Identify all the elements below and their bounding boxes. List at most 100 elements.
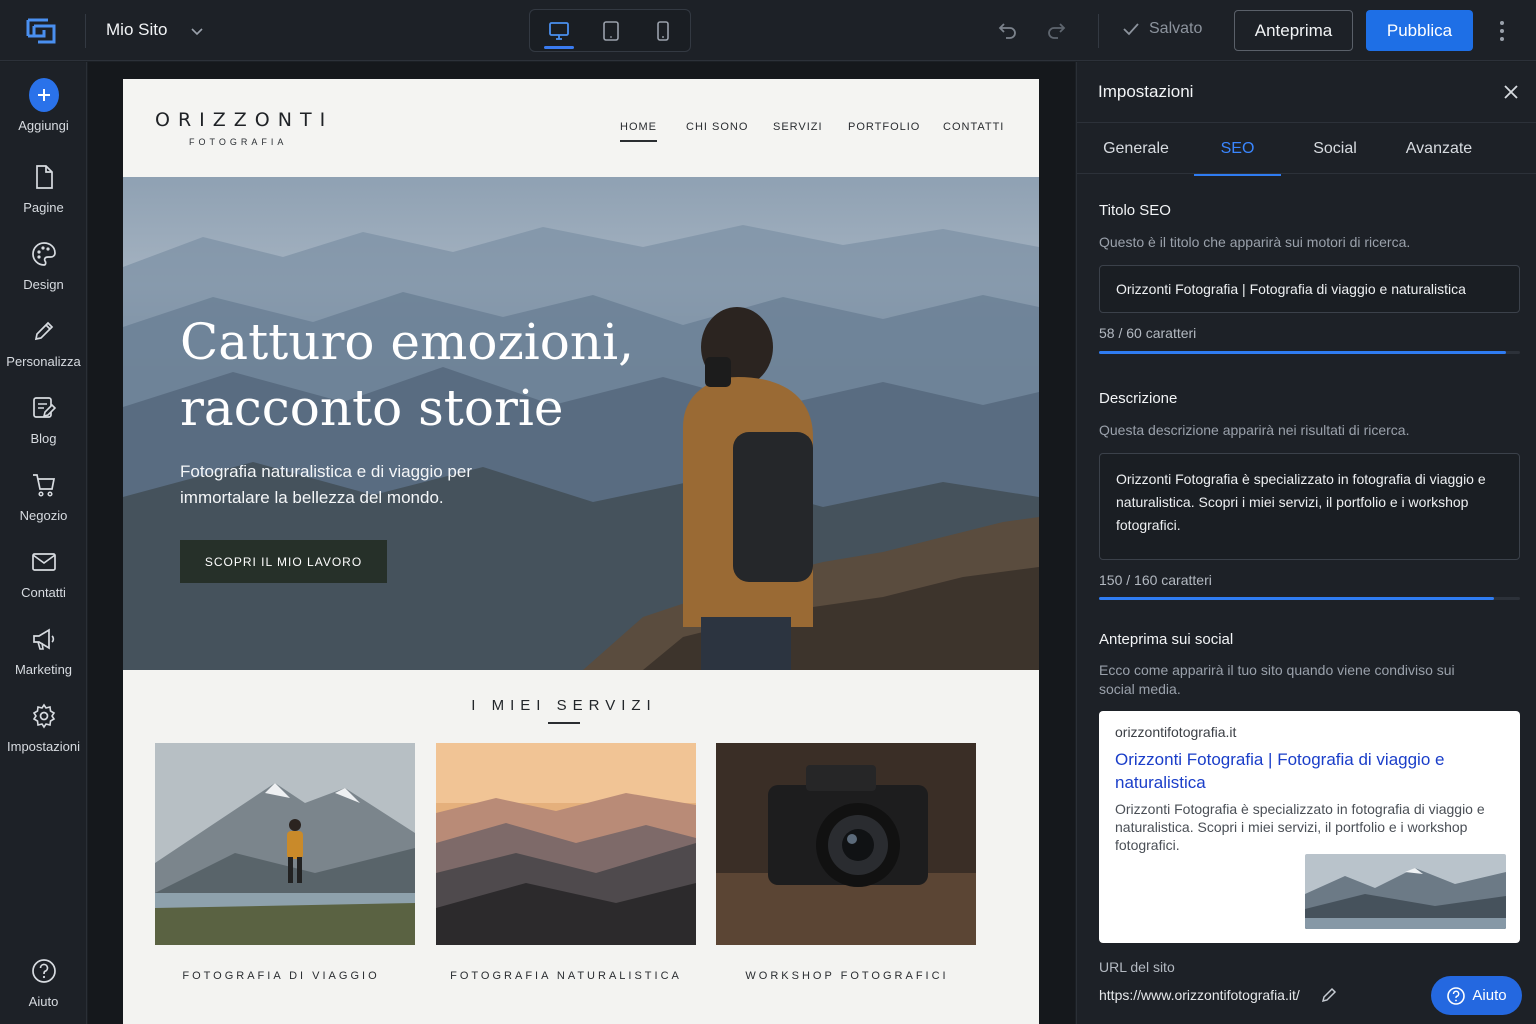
undo-icon[interactable]: [997, 19, 1019, 41]
divider: [1098, 14, 1099, 48]
seo-title-help: Questo è il titolo che apparirà sui moto…: [1099, 234, 1411, 250]
site-nav-home[interactable]: HOME: [620, 121, 657, 142]
sidebar-item-label: Personalizza: [6, 354, 81, 369]
mobile-view-button[interactable]: [636, 10, 690, 51]
settings-tabs: Generale SEO Social Avanzate: [1077, 122, 1536, 176]
site-url-label: URL del sito: [1099, 959, 1175, 975]
tab-seo[interactable]: SEO: [1194, 123, 1281, 176]
sidebar-item-label: Impostazioni: [7, 739, 80, 754]
device-switcher: [529, 9, 691, 52]
close-icon[interactable]: [1501, 82, 1521, 102]
sidebar-item-aggiungi[interactable]: Aggiungi: [0, 76, 87, 146]
sidebar-item-marketing[interactable]: Marketing: [0, 620, 87, 690]
sidebar-item-label: Contatti: [21, 585, 66, 600]
social-preview-description: Orizzonti Fotografia è specializzato in …: [1115, 801, 1485, 853]
seo-title-label: Titolo SEO: [1099, 202, 1171, 219]
help-button[interactable]: Aiuto: [1431, 976, 1522, 1015]
mobile-icon: [657, 20, 669, 41]
gear-icon: [29, 701, 59, 731]
service-image-travel[interactable]: [155, 743, 415, 945]
sidebar-item-label: Design: [23, 277, 64, 292]
social-preview-thumbnail: [1305, 854, 1506, 929]
description-textarea[interactable]: Orizzonti Fotografia è specializzato in …: [1099, 453, 1520, 560]
site-nav-chi-sono[interactable]: CHI SONO: [686, 121, 748, 133]
site-nav-servizi[interactable]: SERVIZI: [773, 121, 823, 133]
sidebar-item-personalizza[interactable]: Personalizza: [0, 312, 87, 382]
sidebar-item-label: Pagine: [23, 200, 64, 215]
tab-generale[interactable]: Generale: [1091, 123, 1181, 175]
plus-icon: [28, 78, 59, 112]
site-url-value: https://www.orizzontifotografia.it/: [1099, 987, 1300, 1003]
saved-status: Salvato: [1121, 19, 1202, 39]
blog-edit-icon: [29, 393, 59, 423]
sidebar-item-negozio[interactable]: Negozio: [0, 466, 87, 536]
preview-button[interactable]: Anteprima: [1234, 10, 1353, 51]
more-options-icon[interactable]: [1492, 18, 1512, 44]
site-brand-name[interactable]: ORIZZONTI: [155, 109, 333, 131]
site-nav-contatti[interactable]: CONTATTI: [943, 121, 1004, 133]
social-preview-card: orizzontifotografia.it Orizzonti Fotogra…: [1099, 711, 1520, 943]
tablet-icon: [603, 20, 619, 41]
saved-label: Salvato: [1149, 20, 1203, 37]
hero-cta-button[interactable]: SCOPRI IL MIO LAVORO: [180, 540, 387, 583]
hero-section[interactable]: Catturo emozioni, racconto storie Fotogr…: [123, 177, 1039, 670]
tab-social[interactable]: Social: [1295, 123, 1375, 175]
megaphone-icon: [29, 624, 59, 654]
website-preview[interactable]: ORIZZONTI FOTOGRAFIA HOME CHI SONO SERVI…: [123, 79, 1039, 1024]
social-preview-title: Orizzonti Fotografia | Fotografia di via…: [1115, 750, 1445, 792]
description-help: Questa descrizione apparirà nei risultat…: [1099, 422, 1410, 438]
tablet-view-button[interactable]: [584, 10, 638, 51]
hero-subtitle: Fotografia naturalistica e di viaggio pe…: [180, 462, 472, 507]
social-preview-domain: orizzontifotografia.it: [1115, 724, 1237, 740]
site-name[interactable]: Mio Sito: [106, 20, 167, 40]
sidebar-item-impostazioni[interactable]: Impostazioni: [0, 697, 87, 767]
site-header: ORIZZONTI FOTOGRAFIA HOME CHI SONO SERVI…: [123, 79, 1039, 177]
description-progress: [1099, 597, 1520, 600]
tab-avanzate[interactable]: Avanzate: [1393, 123, 1485, 175]
sidebar-item-aiuto[interactable]: Aiuto: [0, 952, 87, 1022]
settings-panel: Impostazioni Generale SEO Social Avanzat…: [1076, 62, 1536, 1024]
social-preview-label: Anteprima sui social: [1099, 631, 1234, 648]
service-label-workshop: WORKSHOP FOTOGRAFICI: [745, 970, 949, 982]
edit-pencil-icon[interactable]: [1320, 986, 1338, 1004]
description-counter: 150 / 160 caratteri: [1099, 572, 1212, 588]
sidebar-item-label: Negozio: [19, 508, 68, 523]
services-title: I MIEI SERVIZI: [471, 697, 657, 714]
hero-title: Catturo emozioni, racconto storie: [180, 313, 634, 437]
publish-button[interactable]: Pubblica: [1366, 10, 1473, 51]
sidebar-item-label: Blog: [30, 431, 57, 446]
palette-icon: [29, 239, 59, 269]
seo-title-counter: 58 / 60 caratteri: [1099, 325, 1197, 341]
help-button-label: Aiuto: [1472, 987, 1507, 1004]
pencil-icon: [29, 316, 59, 346]
check-icon: [1123, 23, 1139, 36]
seo-title-input[interactable]: Orizzonti Fotografia | Fotografia di via…: [1099, 265, 1520, 313]
sidebar-item-contatti[interactable]: Contatti: [0, 543, 87, 613]
divider: [548, 722, 580, 724]
sidebar-item-blog[interactable]: Blog: [0, 389, 87, 459]
chevron-down-icon[interactable]: [188, 22, 206, 40]
service-label-nature: FOTOGRAFIA NATURALISTICA: [450, 970, 682, 982]
redo-icon[interactable]: [1045, 19, 1067, 41]
sidebar-item-label: Aggiungi: [18, 118, 69, 133]
cart-icon: [29, 470, 59, 500]
help-circle-icon: [29, 956, 59, 986]
sidebar-item-pagine[interactable]: Pagine: [0, 158, 87, 228]
sidebar-item-design[interactable]: Design: [0, 235, 87, 305]
sidebar-item-label: Marketing: [14, 662, 73, 677]
seo-title-progress: [1099, 351, 1520, 354]
help-circle-icon: [1447, 986, 1466, 1005]
site-nav-portfolio[interactable]: PORTFOLIO: [848, 121, 920, 133]
mail-icon: [29, 547, 59, 577]
divider: [85, 14, 86, 48]
app-logo-icon[interactable]: [24, 14, 58, 48]
desktop-view-button[interactable]: [532, 10, 586, 51]
social-preview-help: Ecco come apparirà il tuo sito quando vi…: [1099, 662, 1455, 697]
service-image-workshop[interactable]: [716, 743, 976, 945]
description-label: Descrizione: [1099, 390, 1178, 407]
service-label-travel: FOTOGRAFIA DI VIAGGIO: [182, 970, 380, 982]
page-icon: [29, 162, 59, 192]
site-brand-subtitle: FOTOGRAFIA: [189, 137, 288, 147]
panel-title: Impostazioni: [1098, 82, 1194, 101]
service-image-nature[interactable]: [436, 743, 696, 945]
